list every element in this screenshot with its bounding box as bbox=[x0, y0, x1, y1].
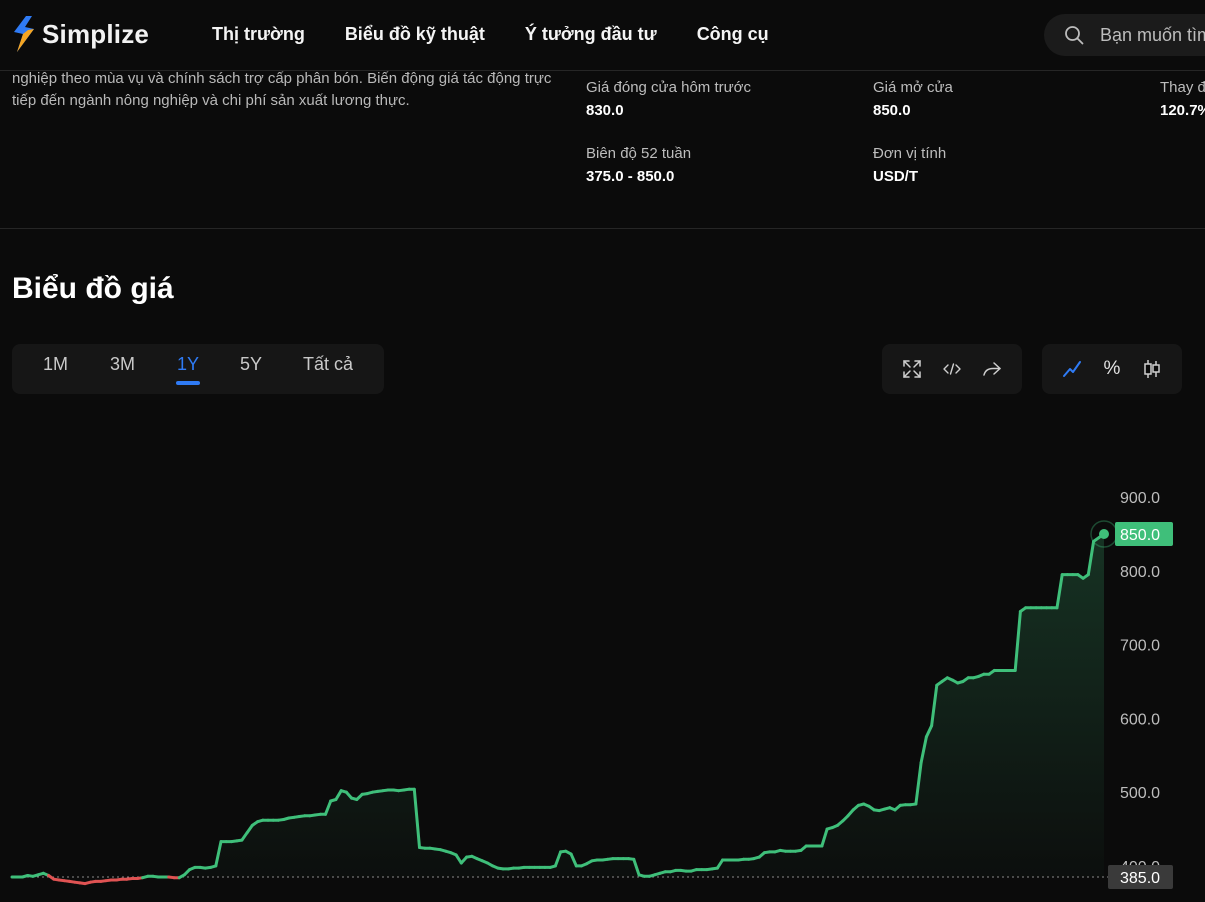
candlestick-button[interactable] bbox=[1140, 357, 1164, 381]
y-tick-label: 500.0 bbox=[1120, 785, 1160, 802]
nav-item-investment-ideas[interactable]: Ý tưởng đầu tư bbox=[525, 24, 657, 45]
stat-52-week-range: Biên độ 52 tuần 375.0 - 850.0 bbox=[586, 144, 691, 185]
stat-open-price: Giá mở cửa 850.0 bbox=[873, 78, 953, 119]
chart-type-selector: % bbox=[1042, 344, 1182, 394]
stat-label: Thay đ bbox=[1160, 79, 1205, 96]
price-chart[interactable]: 400.0500.0600.0700.0800.0900.0850.0385.0 bbox=[0, 400, 1205, 902]
search-input[interactable] bbox=[1098, 23, 1205, 47]
stat-label: Đơn vị tính bbox=[873, 145, 947, 162]
chart-tools bbox=[882, 344, 1022, 394]
stat-unit: Đơn vị tính USD/T bbox=[873, 144, 946, 185]
stat-value: 830.0 bbox=[586, 102, 624, 119]
embed-code-button[interactable] bbox=[940, 357, 964, 381]
y-tick-label: 900.0 bbox=[1120, 490, 1160, 507]
expand-button[interactable] bbox=[900, 357, 924, 381]
expand-icon bbox=[903, 360, 921, 378]
stat-value: 375.0 - 850.0 bbox=[586, 168, 675, 185]
search-box[interactable] bbox=[1044, 14, 1205, 56]
nav-item-tools[interactable]: Công cụ bbox=[697, 24, 769, 45]
stat-label: Biên độ 52 tuần bbox=[586, 145, 692, 162]
stat-previous-close: Giá đóng cửa hôm trước 830.0 bbox=[586, 78, 751, 119]
simplize-logo-icon bbox=[14, 16, 34, 52]
embed-code-icon bbox=[943, 363, 961, 375]
stat-value: 120.7% bbox=[1160, 102, 1205, 119]
active-range-indicator bbox=[176, 381, 200, 385]
brand-logo[interactable]: Simplize bbox=[12, 16, 149, 52]
nav-item-technical-charts[interactable]: Biểu đồ kỹ thuật bbox=[345, 24, 485, 45]
commodity-description: nghiệp theo mùa vụ và chính sách trợ cấp… bbox=[12, 70, 552, 109]
price-chart-title: Biểu đồ giá bbox=[12, 272, 174, 305]
percent-button[interactable]: % bbox=[1100, 357, 1124, 381]
range-tab-all[interactable]: Tất cả bbox=[303, 354, 353, 375]
y-tick-label: 600.0 bbox=[1120, 711, 1160, 728]
stat-change: Thay đ 120.7% bbox=[1160, 78, 1205, 119]
last-price-label: 850.0 bbox=[1120, 527, 1160, 544]
line-chart-icon bbox=[1063, 361, 1081, 377]
range-tab-3m[interactable]: 3M bbox=[110, 354, 135, 375]
stat-label: Giá đóng cửa hôm trước bbox=[586, 79, 751, 96]
stat-value: USD/T bbox=[873, 168, 918, 185]
share-button[interactable] bbox=[980, 357, 1004, 381]
search-icon bbox=[1065, 26, 1084, 45]
time-range-selector: 1M 3M 1Y 5Y Tất cả bbox=[12, 344, 384, 394]
top-navigation-bar: Simplize Thị trường Biểu đồ kỹ thuật Ý t… bbox=[0, 0, 1205, 71]
nav-item-market[interactable]: Thị trường bbox=[212, 24, 305, 45]
main-nav: Thị trường Biểu đồ kỹ thuật Ý tưởng đầu … bbox=[212, 24, 809, 45]
last-price-dot bbox=[1099, 529, 1109, 539]
baseline-label: 385.0 bbox=[1120, 870, 1160, 887]
y-tick-label: 800.0 bbox=[1120, 564, 1160, 581]
percent-icon: % bbox=[1103, 358, 1121, 379]
brand-name: Simplize bbox=[42, 18, 150, 49]
stat-value: 850.0 bbox=[873, 102, 911, 119]
range-tab-1y[interactable]: 1Y bbox=[177, 354, 199, 375]
stat-label: Giá mở cửa bbox=[873, 79, 953, 96]
range-tab-1m[interactable]: 1M bbox=[43, 354, 68, 375]
y-tick-label: 700.0 bbox=[1120, 638, 1160, 655]
range-tab-5y[interactable]: 5Y bbox=[240, 354, 262, 375]
share-icon bbox=[983, 362, 1001, 376]
price-area bbox=[12, 534, 1104, 877]
section-divider bbox=[0, 228, 1205, 229]
candlestick-icon bbox=[1144, 360, 1160, 378]
line-chart-button[interactable] bbox=[1060, 357, 1084, 381]
